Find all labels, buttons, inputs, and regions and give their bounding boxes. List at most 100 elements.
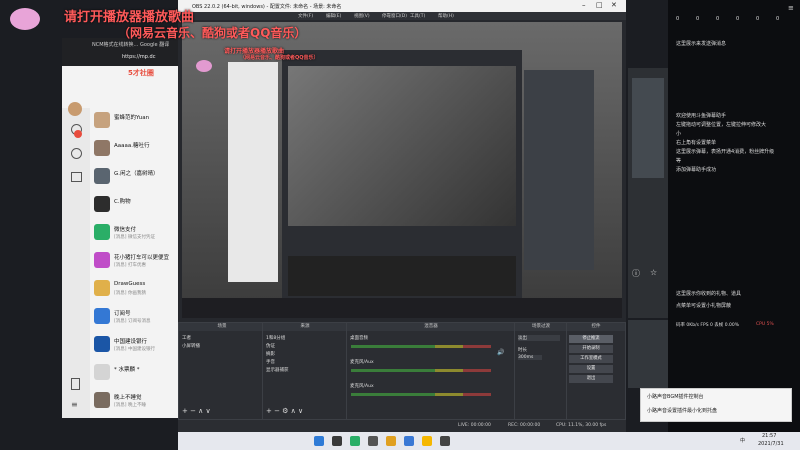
contact-row[interactable]: * 水票麟 * — [92, 360, 180, 386]
chrome-icon[interactable] — [422, 436, 432, 446]
maximize-icon[interactable]: □ — [596, 1, 603, 9]
scenes-dock: 场景 工者 小屏转播 + − ∧ ∨ — [178, 322, 266, 420]
welcome-line: 欢迎使用斗鱼弹幕助手 — [676, 113, 727, 119]
settings-button[interactable]: 设置 — [569, 365, 613, 373]
contact-avatar — [94, 336, 110, 352]
folder-icon[interactable] — [386, 436, 396, 446]
status-bar: LIVE: 00:00:00 REC: 00:00:00 CPU: 11.1%,… — [178, 420, 626, 432]
notification-title: 小路声音BGM插件控制台 — [647, 394, 704, 400]
transitions-dock: 场景过渡 淡出 时长 300ms — [514, 322, 568, 420]
transition-select[interactable]: 淡出 — [518, 335, 560, 341]
transitions-dock-title: 场景过渡 — [515, 323, 567, 331]
contact-name: G.闲之（嘉树晴） — [114, 171, 159, 177]
controls-dock: 控件 停止推流 开始录制 工作室模式 设置 退出 — [566, 322, 626, 420]
contact-avatar — [94, 112, 110, 128]
settings-icon[interactable]: ≡ — [788, 4, 794, 12]
source-item[interactable]: 显示器捕获 — [266, 367, 289, 373]
duration-input[interactable]: 300ms — [518, 355, 542, 360]
contact-row[interactable]: 蜜蜂范的Yuan — [92, 108, 180, 134]
contact-row[interactable]: Aaaaa.糖吐行 — [92, 136, 180, 162]
contact-row[interactable]: 花小猪打车可以更便宜 [消息] 打车优惠 — [92, 248, 180, 274]
contact-avatar — [94, 140, 110, 156]
contact-row[interactable]: G.闲之（嘉树晴） — [92, 164, 180, 190]
add-scene-icon[interactable]: + − ∧ ∨ — [182, 407, 211, 415]
browser-icon[interactable] — [404, 436, 414, 446]
search-icon[interactable] — [332, 436, 342, 446]
notification-toast[interactable]: 小路声音BGM插件控制台 小路声音设置插件最小化到托盘 — [640, 388, 792, 422]
controls-dock-title: 控件 — [567, 323, 625, 331]
menu-item[interactable]: 帮助(H) — [438, 13, 454, 19]
menu-item[interactable]: 停靠窗口(D) — [382, 13, 407, 19]
contact-preview: [消息] 微信支付凭证 — [114, 235, 155, 240]
app-icon[interactable] — [440, 436, 450, 446]
minimize-icon[interactable]: – — [582, 1, 586, 9]
info-icon[interactable]: ⓘ — [632, 268, 640, 279]
menu-item[interactable]: 视图(V) — [354, 13, 370, 19]
obs-icon[interactable] — [368, 436, 378, 446]
volume-meter — [351, 345, 491, 348]
source-item[interactable]: 摘影 — [266, 351, 275, 357]
messenger-window: NCM格式在线转换... Google 翻译 https://mp.dc 5才社… — [62, 38, 180, 418]
window-titlebar: OBS 22.0.2 (64-bit, windows) - 配置文件: 未命名… — [178, 0, 626, 12]
volume-meter — [351, 393, 491, 396]
scene-item[interactable]: 工者 — [182, 335, 191, 341]
address-bar[interactable]: https://mp.dc — [122, 54, 155, 60]
start-recording-button[interactable]: 开始录制 — [569, 345, 613, 353]
menu-item[interactable]: 工具(T) — [410, 13, 425, 19]
start-icon[interactable] — [314, 436, 324, 446]
panel-message: 这里展示来发送弹消息 — [676, 41, 727, 47]
contact-preview: [消息] 打车优惠 — [114, 263, 146, 268]
browser-tab-2[interactable]: Google 翻译 — [140, 41, 169, 48]
speaker-icon[interactable]: 🔊 — [497, 349, 504, 356]
rec-timer: REC: 00:00:00 — [508, 423, 541, 428]
overlay-line2: （网易云音乐、酷狗或者QQ音乐） — [118, 26, 307, 40]
contact-row[interactable]: 微信支付 [消息] 微信支付凭证 — [92, 220, 180, 246]
nested-obs-window — [282, 50, 522, 310]
contact-row[interactable]: C.购物 — [92, 192, 180, 218]
contact-row[interactable]: 订阅号 [消息] 订阅号消息 — [92, 304, 180, 330]
source-item[interactable]: 伪证 — [266, 343, 275, 349]
contact-preview: [消息] 你画我猜 — [114, 291, 146, 296]
studio-mode-button[interactable]: 工作室模式 — [569, 355, 613, 363]
contact-avatar — [94, 392, 110, 408]
overlay-line1: 请打开播放器播放歌曲 — [64, 10, 195, 25]
welcome-line: 左键拖动可调整位置，左键拉伸可修改大 — [676, 122, 767, 128]
nested-mixer — [524, 70, 594, 270]
scene-item[interactable]: 小屏转播 — [182, 343, 200, 349]
menu-item[interactable]: 文件(F) — [298, 13, 313, 19]
clock-time[interactable]: 21:57 — [762, 433, 776, 439]
contact-row[interactable]: DrawGuess [消息] 你画我猜 — [92, 276, 180, 302]
contact-name: 晚上不睡觉 — [114, 395, 142, 401]
stat-value: 0 — [776, 16, 780, 22]
duration-label: 时长 — [518, 348, 527, 353]
gift-info: 这里展示你收到的礼物、道具 — [676, 291, 742, 297]
wechat-icon[interactable] — [350, 436, 360, 446]
mascot-icon — [10, 8, 40, 30]
contact-name: C.购物 — [114, 199, 131, 205]
nested-chat-window — [228, 62, 278, 282]
contact-avatar — [94, 224, 110, 240]
contact-avatar — [94, 280, 110, 296]
close-icon[interactable]: ✕ — [611, 1, 617, 9]
nested-docks — [288, 256, 516, 296]
exit-button[interactable]: 退出 — [569, 375, 613, 383]
contact-avatar — [94, 168, 110, 184]
add-source-icon[interactable]: + − ⚙ ∧ ∨ — [266, 407, 303, 415]
source-item[interactable]: 手音 — [266, 359, 275, 365]
stop-stream-button[interactable]: 停止推流 — [569, 335, 613, 343]
contact-row[interactable]: 中国建设银行 [消息] 中国建设银行 — [92, 332, 180, 358]
clock-date[interactable]: 2021/7/31 — [758, 441, 784, 447]
contact-preview: [消息] 订阅号消息 — [114, 319, 151, 324]
contact-row[interactable]: 晚上不睡觉 [消息] 晚上不睡 — [92, 388, 180, 414]
contact-avatar — [94, 308, 110, 324]
menu-item[interactable]: 编辑(E) — [326, 13, 341, 19]
mixer-channel-label: 桌面音频 — [350, 336, 368, 341]
volume-meter — [351, 369, 491, 372]
stats-row: 0 0 0 0 0 0 — [668, 16, 800, 26]
browser-tab[interactable]: NCM格式在线转换... — [92, 41, 138, 48]
source-item[interactable]: 1和8分组 — [266, 335, 285, 341]
star-icon[interactable]: ☆ — [650, 268, 657, 277]
preview-canvas[interactable]: 请打开播放器播放歌曲 （网易云音乐、酷狗或者QQ音乐） — [182, 22, 622, 318]
ime-indicator[interactable]: 中 — [740, 437, 745, 444]
nested-taskbar — [182, 298, 622, 318]
